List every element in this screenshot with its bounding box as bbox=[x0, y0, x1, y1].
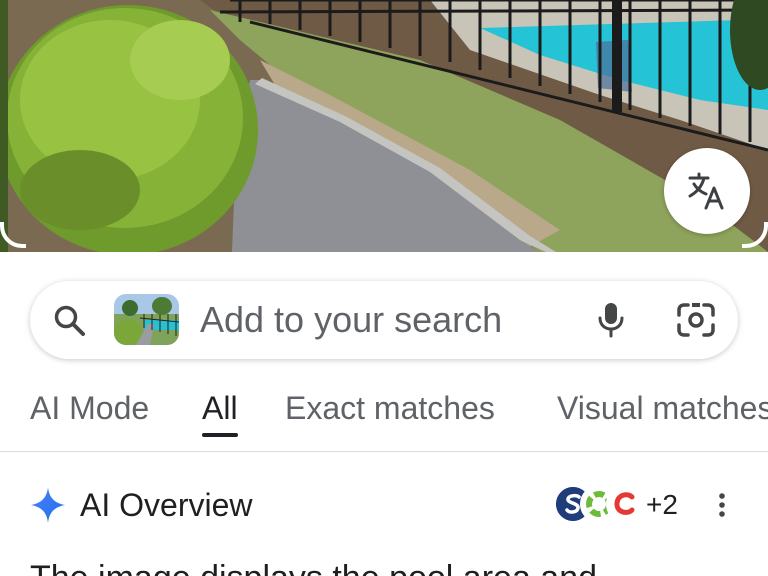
search-image-thumbnail[interactable] bbox=[114, 294, 179, 345]
tab-label: Exact matches bbox=[285, 390, 495, 426]
camera-lens-icon[interactable] bbox=[676, 301, 716, 339]
search-image bbox=[0, 0, 768, 252]
mic-icon[interactable] bbox=[594, 301, 628, 339]
more-options-icon[interactable] bbox=[712, 490, 732, 520]
search-tabs: AI Mode All Exact matches Visual matches bbox=[0, 380, 768, 452]
ai-overview-text: The image displays the pool area and bbox=[30, 556, 750, 576]
tab-exact-matches[interactable]: Exact matches bbox=[285, 390, 495, 438]
source-logo-3 bbox=[606, 485, 644, 523]
sources-more-count[interactable]: +2 bbox=[646, 489, 678, 521]
screen: AI Mode All Exact matches Visual matches… bbox=[0, 0, 768, 576]
tab-label: AI Mode bbox=[30, 390, 150, 426]
search-bar[interactable] bbox=[30, 281, 738, 359]
translate-button[interactable] bbox=[664, 148, 750, 234]
search-icon[interactable] bbox=[52, 303, 86, 337]
active-tab-indicator bbox=[202, 433, 238, 437]
ai-overview-header: AI Overview +2 bbox=[0, 472, 768, 536]
search-input[interactable] bbox=[200, 299, 580, 341]
thumbnail-image bbox=[114, 294, 179, 345]
source-logos[interactable] bbox=[554, 485, 644, 525]
sparkle-icon bbox=[31, 487, 65, 523]
ai-overview-title: AI Overview bbox=[80, 487, 253, 523]
translate-icon bbox=[688, 172, 724, 210]
search-image-scene bbox=[0, 0, 768, 252]
source-red-logo bbox=[608, 487, 642, 521]
tab-visual-matches[interactable]: Visual matches bbox=[557, 390, 768, 438]
tab-ai-mode[interactable]: AI Mode bbox=[30, 390, 149, 438]
tab-label: Visual matches bbox=[557, 390, 768, 426]
tab-label: All bbox=[202, 390, 238, 426]
tab-all[interactable]: All bbox=[202, 390, 238, 438]
